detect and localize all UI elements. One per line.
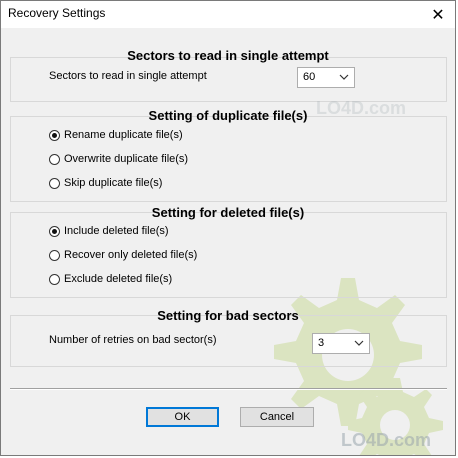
radio-recover-only-label: Recover only deleted file(s) (64, 249, 198, 261)
radio-include-label: Include deleted file(s) (64, 225, 169, 237)
window-title: Recovery Settings (8, 6, 106, 20)
retries-value: 3 (318, 337, 325, 349)
divider (10, 388, 447, 390)
radio-rename-label: Rename duplicate file(s) (64, 129, 183, 141)
radio-exclude-label: Exclude deleted file(s) (64, 273, 173, 285)
cancel-button[interactable]: Cancel (240, 407, 314, 427)
bad-sectors-heading: Setting for bad sectors (157, 308, 299, 323)
radio-skip-label: Skip duplicate file(s) (64, 177, 163, 189)
sectors-heading: Sectors to read in single attempt (127, 48, 329, 63)
radio-skip-indicator (49, 177, 60, 189)
radio-overwrite-label: Overwrite duplicate file(s) (64, 153, 189, 165)
radio-overwrite-indicator (49, 153, 60, 165)
radio-rename[interactable]: Rename duplicate file(s) (49, 127, 183, 143)
recovery-settings-dialog: Recovery Settings ✕ Sectors to read in s… (0, 0, 456, 456)
title-bar[interactable]: Recovery Settings ✕ (1, 1, 455, 28)
retries-select[interactable]: 3 (312, 333, 370, 354)
dialog-body: Sectors to read in single attempt Sector… (1, 28, 455, 455)
radio-recover-only-indicator (49, 249, 60, 261)
radio-include-indicator (49, 225, 60, 237)
close-icon: ✕ (431, 6, 445, 24)
close-button[interactable]: ✕ (421, 1, 455, 28)
watermark-mid: LO4D.com (316, 98, 407, 118)
radio-recover-only[interactable]: Recover only deleted file(s) (49, 247, 197, 263)
sectors-label: Sectors to read in single attempt (49, 70, 207, 82)
radio-overwrite[interactable]: Overwrite duplicate file(s) (49, 151, 188, 167)
watermark-bottom: LO4D.com (341, 430, 432, 450)
ok-button[interactable]: OK (146, 407, 219, 427)
sectors-select[interactable]: 60 (297, 67, 355, 88)
radio-skip[interactable]: Skip duplicate file(s) (49, 175, 162, 191)
radio-exclude-indicator (49, 273, 60, 285)
radio-include[interactable]: Include deleted file(s) (49, 223, 169, 239)
sectors-value: 60 (303, 71, 316, 83)
chevron-down-icon (354, 336, 364, 353)
deleted-heading: Setting for deleted file(s) (151, 205, 305, 220)
radio-rename-indicator (49, 129, 60, 141)
retries-label: Number of retries on bad sector(s) (49, 334, 217, 346)
radio-exclude[interactable]: Exclude deleted file(s) (49, 271, 172, 287)
chevron-down-icon (339, 70, 349, 87)
